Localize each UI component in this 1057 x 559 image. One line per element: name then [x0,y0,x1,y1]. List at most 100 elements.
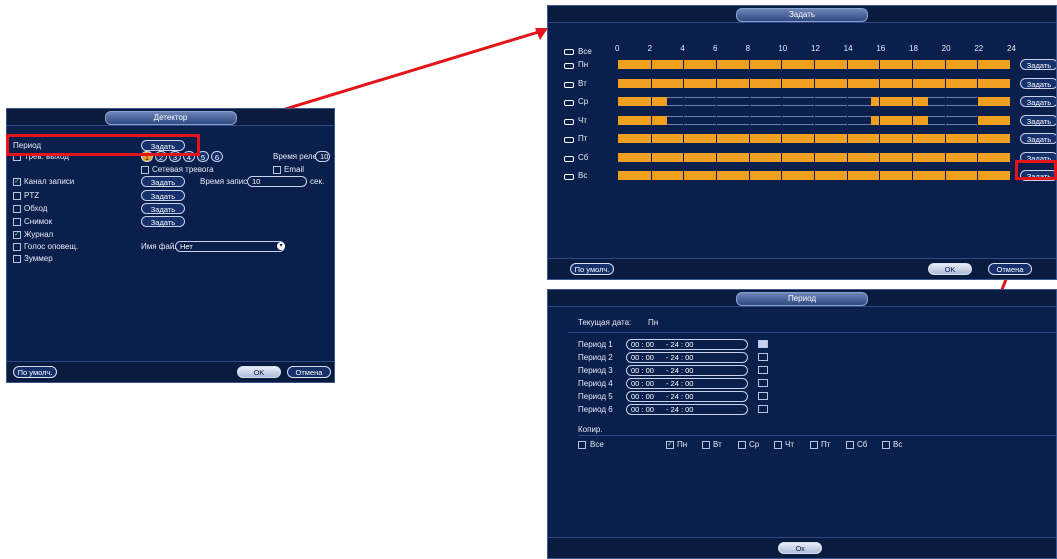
relay-time-label: Время реле [273,152,318,161]
period-enable-checkbox[interactable] [758,353,768,361]
rec-channel-button[interactable]: Задать [141,176,185,187]
hour-divider [748,60,750,69]
bottom-bar: Ок [548,537,1056,558]
rec-channel-checkbox[interactable]: ✓ [13,178,21,186]
day-timeline[interactable] [618,134,1010,143]
ptz-button[interactable]: Задать [141,190,185,201]
hour-divider [814,115,815,125]
schedule-window: Задать Все 0 2 4 6 8 10 12 14 16 18 20 22 24 Пн Задат… [547,5,1057,280]
period-time-range[interactable]: 00 : 00 - 24 : 00 [626,352,748,363]
period-enable-checkbox[interactable] [758,392,768,400]
period-start[interactable]: 00 : 00 [631,392,654,401]
period-end[interactable]: - 24 : 00 [666,340,694,349]
period-start[interactable]: 00 : 00 [631,353,654,362]
window-title: Детектор [104,111,237,125]
file-name-select[interactable]: Нет [175,241,285,252]
relay-time-input[interactable]: 10 [315,151,330,162]
link-icon[interactable] [564,137,574,143]
copy-day-checkbox[interactable] [846,441,854,449]
ok-button[interactable]: OK [928,263,972,275]
hour-divider [846,78,848,88]
day-timeline[interactable] [618,78,1010,88]
hour-divider [814,171,815,180]
period-enable-checkbox[interactable] [758,379,768,387]
copy-day-checkbox[interactable] [738,441,746,449]
period-time-range[interactable]: 00 : 00 - 24 : 00 [626,339,748,350]
period-enable-checkbox[interactable] [758,366,768,374]
period-time-range[interactable]: 00 : 00 - 24 : 00 [626,404,748,415]
hour-divider [846,115,848,125]
link-icon[interactable] [564,155,574,162]
log-checkbox[interactable]: ✓ [13,231,21,239]
day-set-button[interactable]: Задать [1020,133,1056,144]
ok-button[interactable]: Ок [778,542,822,554]
time-segment [977,97,1010,106]
day-timeline[interactable] [618,152,1010,162]
link-icon[interactable] [564,49,574,55]
day-timeline[interactable] [618,60,1010,69]
copy-day-checkbox[interactable] [702,441,710,449]
period-end[interactable]: - 24 : 00 [666,366,694,375]
link-icon[interactable] [564,118,574,125]
day-timeline[interactable] [618,115,1010,125]
period-start[interactable]: 00 : 00 [631,379,654,388]
net-alarm-checkbox[interactable] [141,166,149,174]
period-end[interactable]: - 24 : 00 [666,353,694,362]
alarm-channel-6[interactable]: 6 [211,151,223,162]
chevron-down-icon[interactable]: ▾ [277,242,285,250]
hour-divider [944,171,946,180]
day-set-button[interactable]: Задать [1020,96,1056,107]
day-timeline[interactable] [618,97,1010,106]
default-button[interactable]: По умолч. [13,366,57,378]
hour-divider [748,115,750,125]
copy-day-checkbox[interactable] [774,441,782,449]
day-timeline[interactable] [618,171,1010,180]
day-set-button[interactable]: Задать [1020,77,1056,89]
period-time-range[interactable]: 00 : 00 - 24 : 00 [626,365,748,376]
email-checkbox[interactable] [273,166,281,174]
tour-button[interactable]: Задать [141,203,185,214]
copy-day-checkbox[interactable]: ✓ [666,441,674,449]
copy-day-checkbox[interactable] [810,441,818,449]
ptz-checkbox[interactable] [13,192,21,200]
cancel-button[interactable]: Отмена [287,366,331,378]
tour-checkbox[interactable] [13,205,21,213]
hour-axis: 0 2 4 6 8 10 12 14 16 18 20 22 24 [615,44,1016,54]
period-start[interactable]: 00 : 00 [631,366,654,375]
snapshot-button[interactable]: Задать [141,216,185,227]
snapshot-checkbox[interactable] [13,218,21,226]
period-end[interactable]: - 24 : 00 [666,405,694,414]
period-start[interactable]: 00 : 00 [631,340,654,349]
buzzer-checkbox[interactable] [13,255,21,263]
link-icon[interactable] [564,81,574,88]
period-enable-checkbox[interactable] [758,405,768,413]
period-enable-checkbox[interactable] [758,340,768,348]
ok-button[interactable]: OK [237,366,281,378]
current-date-value: Пн [648,318,659,327]
rec-time-input[interactable]: 10 [247,176,307,187]
ptz-label: PTZ [24,191,40,200]
period-start[interactable]: 00 : 00 [631,405,654,414]
day-set-button[interactable]: Задать [1020,114,1056,126]
day-label: Вт [578,78,587,88]
period-end[interactable]: - 24 : 00 [666,392,694,401]
period-highlight [6,134,200,156]
voice-checkbox[interactable] [13,243,21,251]
period-time-range[interactable]: 00 : 00 - 24 : 00 [626,378,748,389]
hour-divider [944,134,946,143]
period-time-range[interactable]: 00 : 00 - 24 : 00 [626,391,748,402]
link-icon[interactable] [564,100,574,106]
hour-divider [846,171,848,180]
period-end[interactable]: - 24 : 00 [666,379,694,388]
hour-divider [879,97,881,106]
email-label: Email [284,165,305,174]
default-button[interactable]: По умолч. [570,263,614,275]
cancel-button[interactable]: Отмена [988,263,1032,275]
day-set-button[interactable]: Задать [1020,59,1056,70]
hour-divider [650,171,652,180]
link-icon[interactable] [564,174,574,180]
copy-day-checkbox[interactable] [882,441,890,449]
hour-divider [944,97,946,106]
link-icon[interactable] [564,63,574,69]
copy-all-checkbox[interactable] [578,441,586,449]
